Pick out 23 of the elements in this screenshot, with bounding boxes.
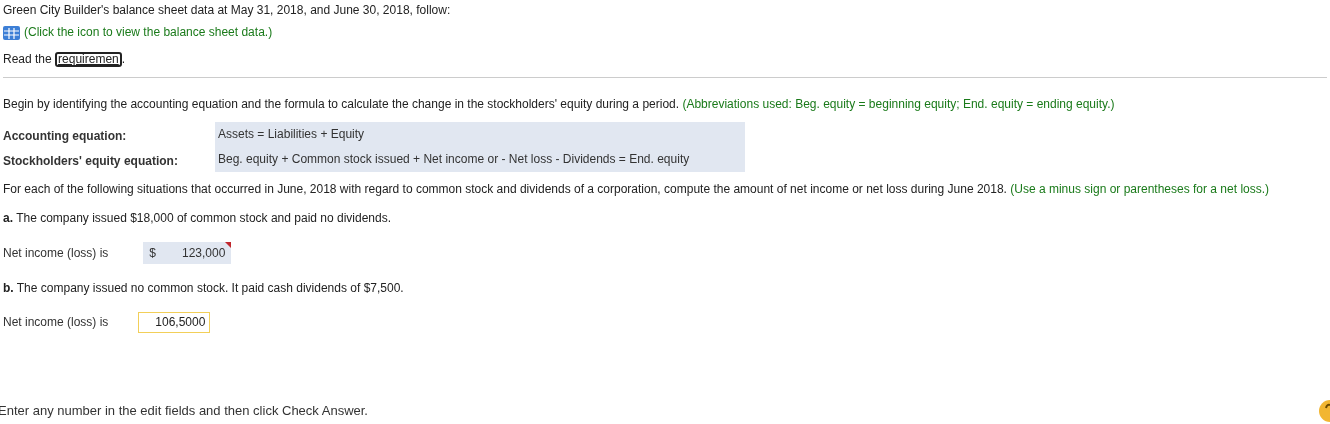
- intro-text: Green City Builder's balance sheet data at May 31, 2018, and June 30, 2018, follow:: [3, 3, 452, 18]
- requirements-link[interactable]: requiremen: [55, 52, 122, 67]
- field-value: 123,000: [181, 245, 226, 261]
- answer-field[interactable]: 106,5000: [138, 312, 211, 333]
- equation-value: Beg. equity + Common stock issued + Net income or - Net loss - Dividends = End. equity: [218, 152, 690, 167]
- field-value: 106,5000: [155, 315, 206, 330]
- equation-value: Assets = Liabilities + Equity: [218, 127, 365, 142]
- equation-label: Stockholders' equity equation:: [3, 154, 178, 169]
- help-icon[interactable]: [1317, 400, 1330, 422]
- situation-text: a. The company issued $18,000 of common stock and paid no dividends.: [3, 211, 393, 226]
- question-text: For each of the following situations that occurred in June, 2018 with regard to common stock and dividends of a corporation, compute the amount of net income or net loss during June 2018. (Use a minus sign or parentheses for a net loss.): [3, 182, 1271, 197]
- error-flag-icon: [225, 242, 232, 248]
- data-link[interactable]: (Click the icon to view the balance sheet data.): [24, 25, 273, 40]
- table-icon[interactable]: [3, 25, 20, 40]
- currency-symbol: $: [149, 245, 157, 261]
- read-label: Read the: [3, 52, 53, 67]
- situation-text: b. The company issued no common stock. It paid cash dividends of $7,500.: [3, 281, 405, 296]
- answer-label: Net income (loss) is: [3, 315, 109, 330]
- answer-field[interactable]: $ 123,000: [143, 242, 232, 264]
- instruction-text: Begin by identifying the accounting equation and the formula to calculate the change in the stockholders' equity during a period. (Abbreviations used: Beg. equity = beginning equity; End. equity = ending equity.): [3, 97, 1116, 112]
- equation-label: Accounting equation:: [3, 129, 127, 144]
- period-text: .: [121, 52, 126, 67]
- answer-label: Net income (loss) is: [3, 245, 109, 261]
